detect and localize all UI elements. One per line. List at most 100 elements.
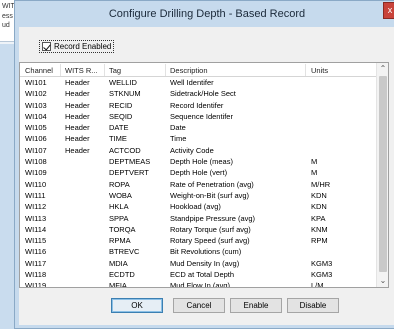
scroll-down-icon[interactable]: ⌄	[377, 275, 388, 287]
tag-cell: WOBA	[109, 190, 132, 200]
table-row[interactable]: WI101 Header WELLID Well Identifer	[20, 78, 377, 89]
tag-cell: TIME	[109, 134, 127, 144]
tag-cell: MDIA	[109, 258, 128, 268]
channel-cell: WI114	[25, 224, 47, 234]
table-row[interactable]: WI118 ECDTD ECD at Total Depth KGM3	[20, 270, 377, 281]
cancel-button[interactable]: Cancel	[173, 298, 225, 313]
wits-record-cell: Header	[65, 145, 90, 155]
tag-cell: MFIA	[109, 281, 127, 288]
table-row[interactable]: WI114 TORQA Rotary Torque (surf avg) KNM	[20, 225, 377, 236]
channel-cell: WI111	[25, 190, 46, 200]
dialog-titlebar[interactable]: Configure Drilling Depth - Based Record …	[15, 1, 394, 27]
units-cell: M	[311, 168, 318, 178]
channel-cell: WI119	[25, 281, 47, 288]
channel-cell: WI113	[25, 213, 47, 223]
units-cell: KNM	[311, 224, 328, 234]
table-row[interactable]: WI117 MDIA Mud Density In (avg) KGM3	[20, 259, 377, 270]
table-row[interactable]: WI105 Header DATE Date	[20, 123, 377, 134]
close-icon: x	[387, 5, 393, 15]
units-cell: KDN	[311, 202, 327, 212]
channel-cell: WI110	[25, 179, 47, 189]
column-header-wits-record[interactable]: WITS R...	[65, 66, 98, 75]
channel-cell: WI106	[25, 134, 47, 144]
enable-button[interactable]: Enable	[230, 298, 282, 313]
description-cell: Rate of Penetration (avg)	[170, 179, 254, 189]
channel-cell: WI116	[25, 247, 47, 257]
column-header-description[interactable]: Description	[170, 66, 208, 75]
table-row[interactable]: WI108 DEPTMEAS Depth Hole (meas) M	[20, 157, 377, 168]
column-divider[interactable]	[165, 64, 166, 76]
description-cell: Well Identifer	[170, 78, 214, 87]
units-cell: RPM	[311, 236, 328, 246]
table-row[interactable]: WI111 WOBA Weight-on-Bit (surf avg) KDN	[20, 191, 377, 202]
description-cell: Depth Hole (meas)	[170, 157, 233, 167]
table-row[interactable]: WI103 Header RECID Record Identifer	[20, 101, 377, 112]
description-cell: Rotary Speed (surf avg)	[170, 236, 250, 246]
channel-cell: WI102	[25, 89, 47, 99]
units-cell: L/M	[311, 281, 324, 288]
close-button[interactable]: x	[383, 2, 394, 19]
vertical-scrollbar[interactable]: ⌃ ⌄	[376, 63, 388, 287]
channel-cell: WI112	[25, 202, 47, 212]
channel-list[interactable]: Channel WITS R... Tag Description Units …	[19, 62, 389, 288]
description-cell: Date	[170, 123, 186, 133]
units-cell: KPA	[311, 213, 326, 223]
description-cell: Rotary Torque (surf avg)	[170, 224, 251, 234]
description-cell: Hookload (avg)	[170, 202, 221, 212]
dialog-title: Configure Drilling Depth - Based Record	[108, 8, 306, 20]
table-row[interactable]: WI116 BTREVC Bit Revolutions (cum)	[20, 247, 377, 258]
description-cell: Depth Hole (vert)	[170, 168, 228, 178]
dialog-content: Record Enabled Channel WITS R... Tag Des…	[19, 27, 394, 325]
table-row[interactable]: WI110 ROPA Rate of Penetration (avg) M/HR	[20, 180, 377, 191]
column-header-channel[interactable]: Channel	[25, 66, 53, 75]
ok-button[interactable]: OK	[111, 298, 163, 313]
column-divider[interactable]	[60, 64, 61, 76]
table-row[interactable]: WI104 Header SEQID Sequence Identifer	[20, 112, 377, 123]
table-row[interactable]: WI115 RPMA Rotary Speed (surf avg) RPM	[20, 236, 377, 247]
record-enabled-checkbox[interactable]: Record Enabled	[39, 40, 115, 53]
table-row[interactable]: WI102 Header STKNUM Sidetrack/Hole Sect	[20, 89, 377, 100]
channel-cell: WI118	[25, 270, 47, 280]
scroll-up-icon[interactable]: ⌃	[377, 63, 388, 75]
description-cell: Mud Density In (avg)	[170, 258, 240, 268]
column-header-tag[interactable]: Tag	[109, 66, 121, 75]
list-header: Channel WITS R... Tag Description Units	[20, 63, 377, 77]
description-cell: Mud Flow In (avg)	[170, 281, 231, 288]
tag-cell: ACTCOD	[109, 145, 141, 155]
description-cell: Standpipe Pressure (avg)	[170, 213, 256, 223]
channel-cell: WI101	[25, 78, 47, 87]
units-cell: M	[311, 157, 318, 167]
channel-cell: WI117	[25, 258, 47, 268]
column-divider[interactable]	[104, 64, 105, 76]
channel-cell: WI109	[25, 168, 47, 178]
wits-record-cell: Header	[65, 111, 90, 121]
channel-cell: WI107	[25, 145, 47, 155]
description-cell: Time	[170, 134, 187, 144]
wits-record-cell: Header	[65, 123, 90, 133]
table-row[interactable]: WI119 MFIA Mud Flow In (avg) L/M	[20, 281, 377, 288]
tag-cell: DEPTMEAS	[109, 157, 151, 167]
disable-button[interactable]: Disable	[287, 298, 339, 313]
tag-cell: RPMA	[109, 236, 131, 246]
column-header-units[interactable]: Units	[311, 66, 328, 75]
tag-cell: TORQA	[109, 224, 136, 234]
table-row[interactable]: WI113 SPPA Standpipe Pressure (avg) KPA	[20, 214, 377, 225]
description-cell: Activity Code	[170, 145, 214, 155]
description-cell: Record Identifer	[170, 100, 224, 110]
checkbox-checked-icon[interactable]	[42, 42, 51, 51]
table-row[interactable]: WI106 Header TIME Time	[20, 134, 377, 145]
table-row[interactable]: WI109 DEPTVERT Depth Hole (vert) M	[20, 168, 377, 179]
tag-cell: STKNUM	[109, 89, 141, 99]
table-row[interactable]: WI107 Header ACTCOD Activity Code	[20, 146, 377, 157]
tag-cell: DATE	[109, 123, 129, 133]
channel-cell: WI108	[25, 157, 47, 167]
scrollbar-thumb[interactable]	[379, 76, 387, 272]
units-cell: M/HR	[311, 179, 331, 189]
description-cell: Sidetrack/Hole Sect	[170, 89, 236, 99]
column-divider[interactable]	[305, 64, 306, 76]
table-row[interactable]: WI112 HKLA Hookload (avg) KDN	[20, 202, 377, 213]
units-cell: KGM3	[311, 270, 333, 280]
tag-cell: ECDTD	[109, 270, 135, 280]
channel-cell: WI105	[25, 123, 47, 133]
record-enabled-label: Record Enabled	[54, 42, 112, 51]
